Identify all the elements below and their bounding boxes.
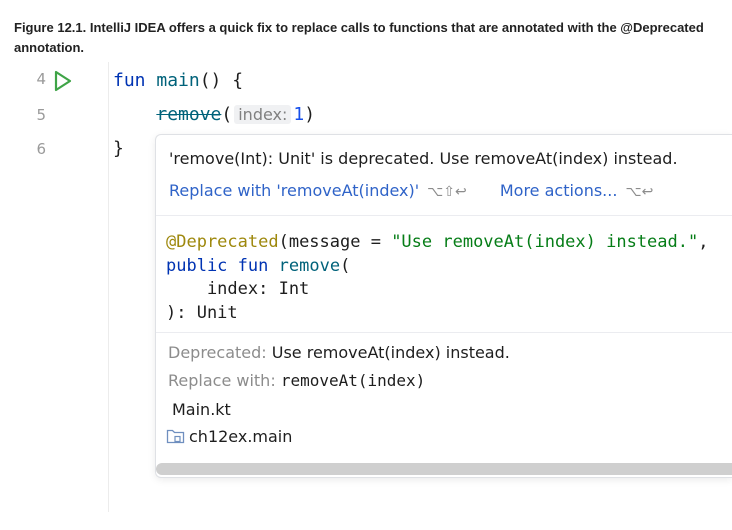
line-number: 6 — [36, 140, 46, 158]
code-punct: ) — [304, 104, 316, 125]
deprecated-info-row: Deprecated: Use removeAt(index) instead. — [168, 343, 510, 362]
line-number: 4 — [36, 70, 46, 88]
declaration-code: @Deprecated(message = "Use removeAt(inde… — [166, 231, 708, 325]
replace-with-link[interactable]: Replace with 'removeAt(index)' — [169, 181, 419, 200]
keyword-public: public — [166, 255, 228, 276]
return-type: ): Unit — [166, 302, 238, 323]
package-icon — [166, 429, 185, 444]
deprecated-value: Use removeAt(index) instead. — [271, 343, 510, 362]
run-icon[interactable] — [53, 70, 73, 92]
figure-caption: Figure 12.1. IntelliJ IDEA offers a quic… — [14, 20, 704, 55]
replace-info-row: Replace with: removeAt(index) — [168, 371, 425, 390]
package-name: ch12ex.main — [189, 427, 293, 446]
function-name-remove: remove — [278, 255, 341, 276]
code-line-6: } — [113, 138, 124, 159]
replace-label: Replace with: — [168, 371, 276, 390]
code-punct: () { — [199, 70, 244, 91]
code-punct: ( — [221, 104, 233, 125]
deprecation-popup: 'remove(Int): Unit' is deprecated. Use r… — [155, 134, 732, 478]
more-actions-shortcut: ⌥↩ — [625, 184, 654, 200]
replace-shortcut: ⌥⇧↩ — [427, 184, 467, 200]
deprecated-label: Deprecated: — [168, 343, 267, 362]
package-row[interactable]: ch12ex.main — [166, 427, 292, 446]
parameter-declaration: index: Int — [166, 279, 310, 299]
annotation-message-string: "Use removeAt(index) instead." — [391, 232, 699, 252]
code-punct: (message = — [278, 232, 392, 252]
annotation-deprecated: @Deprecated — [166, 232, 279, 252]
popup-divider — [156, 215, 732, 216]
replace-value: removeAt(index) — [280, 371, 426, 390]
argument-value: 1 — [293, 104, 305, 125]
code-punct: , — [698, 232, 709, 252]
keyword-fun: fun — [237, 255, 269, 276]
more-actions-link[interactable]: More actions... — [500, 181, 618, 200]
deprecated-call-remove[interactable]: remove — [156, 104, 221, 125]
code-line-4: fun main() { — [113, 70, 243, 91]
code-punct: ( — [340, 255, 351, 276]
popup-divider — [156, 332, 732, 333]
source-file[interactable]: Main.kt — [172, 400, 231, 419]
parameter-hint: index: — [234, 105, 292, 124]
gutter-divider — [108, 62, 109, 512]
horizontal-scrollbar[interactable] — [156, 463, 732, 475]
function-name-main: main — [156, 70, 200, 91]
quick-fix-actions: Replace with 'removeAt(index)' ⌥⇧↩ More a… — [169, 181, 653, 200]
deprecation-message: 'remove(Int): Unit' is deprecated. Use r… — [169, 149, 678, 168]
code-line-5: remove(index: 1) — [113, 104, 315, 125]
line-number: 5 — [36, 106, 46, 124]
keyword-fun: fun — [113, 70, 146, 91]
